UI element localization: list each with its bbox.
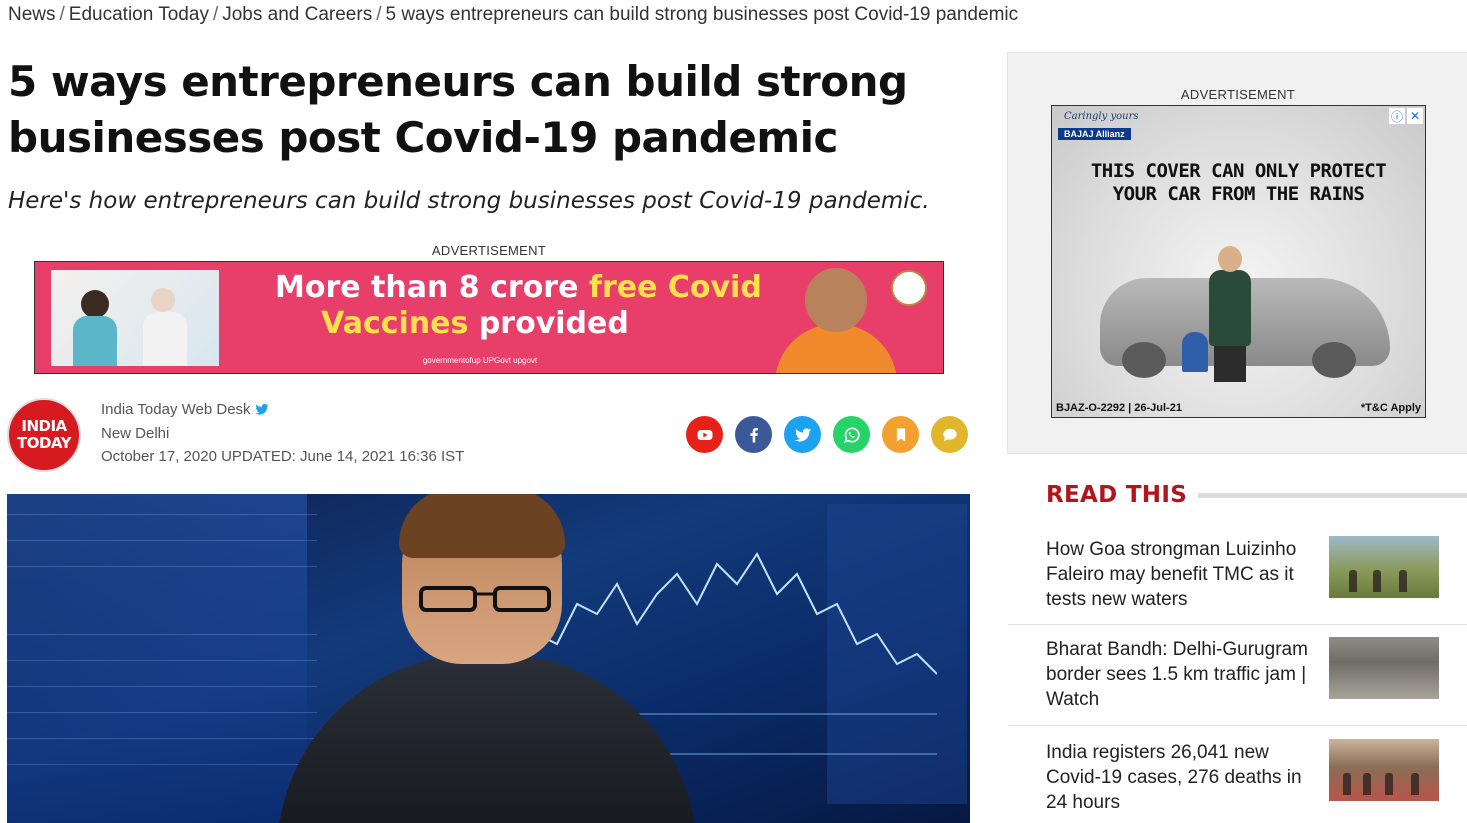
read-this-heading: READ THIS xyxy=(1046,482,1188,508)
ad-info-icon[interactable]: ⓘ xyxy=(1389,108,1405,124)
story-title[interactable]: India registers 26,041 new Covid-19 case… xyxy=(1046,740,1316,815)
advertisement-label: ADVERTISEMENT xyxy=(431,243,547,258)
share-bar xyxy=(686,416,968,453)
read-this-story[interactable]: India registers 26,041 new Covid-19 case… xyxy=(1008,726,1467,823)
facebook-icon xyxy=(749,427,758,442)
vaccination-photo xyxy=(51,270,219,366)
banner-ad-line2: Vaccines provided xyxy=(321,306,629,341)
banner-ad-social: governmentofup UPGovt upgovt xyxy=(422,356,538,365)
article-hero-image xyxy=(7,494,970,823)
stock-table-screen xyxy=(7,494,307,823)
comment-button[interactable] xyxy=(931,416,968,453)
breadcrumb-news[interactable]: News xyxy=(8,4,56,25)
banner-ad-line1: More than 8 crore free Covid xyxy=(275,270,762,305)
whatsapp-share-button[interactable] xyxy=(833,416,870,453)
whatsapp-icon xyxy=(843,427,860,443)
author-name[interactable]: India Today Web Desk xyxy=(101,401,269,418)
bookmark-icon xyxy=(896,427,905,442)
read-this-divider xyxy=(1198,493,1467,498)
twitter-icon xyxy=(794,427,811,441)
umbrella-graphic xyxy=(1182,332,1208,372)
ad-code: BJAZ-O-2292 | 26-Jul-21 xyxy=(1056,402,1182,414)
breadcrumb-current: 5 ways entrepreneurs can build strong bu… xyxy=(385,4,1019,25)
ad-headline-line1: THIS COVER CAN ONLY PROTECT xyxy=(1090,160,1387,182)
breadcrumb-separator: / xyxy=(376,4,382,25)
author-location: New Delhi xyxy=(101,425,170,442)
article-subtitle: Here's how entrepreneurs can build stron… xyxy=(8,188,930,214)
breadcrumb-jobs-and-careers[interactable]: Jobs and Careers xyxy=(222,4,372,25)
twitter-share-button[interactable] xyxy=(784,416,821,453)
ad-brand-tagline: Caringly yours xyxy=(1064,111,1139,122)
ad-choices: ⓘ ✕ xyxy=(1389,108,1423,124)
breadcrumb: News / Education Today / Jobs and Careers/5 … xyxy=(8,4,1018,26)
bajaj-allianz-logo: BAJAJ Allianz xyxy=(1058,128,1131,140)
facebook-share-button[interactable] xyxy=(735,416,772,453)
comment-icon xyxy=(942,428,957,441)
car-wheel xyxy=(1312,342,1356,378)
youtube-share-button[interactable] xyxy=(686,416,723,453)
bookmark-button[interactable] xyxy=(882,416,919,453)
article-title: 5 ways entrepreneurs can build strong bu… xyxy=(8,57,908,162)
twitter-verified-icon xyxy=(254,403,269,415)
breadcrumb-separator: / xyxy=(59,4,65,25)
glasses-graphic xyxy=(419,586,551,612)
car-wheel xyxy=(1122,342,1166,378)
mascot-body xyxy=(1209,270,1251,346)
banner-ad[interactable]: More than 8 crore free Covid Vaccines pr… xyxy=(34,261,944,374)
mascot-legs xyxy=(1214,344,1246,382)
ad-terms: *T&C Apply xyxy=(1360,402,1421,414)
mascot-head xyxy=(1218,246,1242,272)
read-this-story[interactable]: Bharat Bandh: Delhi-Gurugram border sees… xyxy=(1008,625,1467,726)
article-dates: October 17, 2020 UPDATED: June 14, 2021 … xyxy=(101,448,465,465)
man-hair xyxy=(399,494,565,558)
up-emblem-icon xyxy=(891,270,927,306)
banner-person-photo xyxy=(805,268,867,332)
ad-headline-line2: YOUR CAR FROM THE RAINS xyxy=(1112,183,1365,205)
story-thumbnail[interactable] xyxy=(1329,739,1439,801)
story-thumbnail[interactable] xyxy=(1329,536,1439,598)
read-this-story[interactable]: How Goa strongman Luizinho Faleiro may b… xyxy=(1008,528,1467,625)
breadcrumb-education-today[interactable]: Education Today xyxy=(69,4,209,25)
story-thumbnail[interactable] xyxy=(1329,637,1439,699)
story-title[interactable]: How Goa strongman Luizinho Faleiro may b… xyxy=(1046,537,1316,612)
india-today-logo[interactable]: INDIA TODAY xyxy=(7,398,81,472)
youtube-icon xyxy=(697,429,712,440)
story-title[interactable]: Bharat Bandh: Delhi-Gurugram border sees… xyxy=(1046,637,1316,712)
breadcrumb-separator: / xyxy=(212,4,219,25)
sidebar-advertisement-label: ADVERTISEMENT xyxy=(1180,87,1296,102)
sidebar-ad[interactable]: Caringly yours BAJAJ Allianz ⓘ ✕ THIS CO… xyxy=(1051,105,1426,418)
ad-close-icon[interactable]: ✕ xyxy=(1407,108,1423,124)
